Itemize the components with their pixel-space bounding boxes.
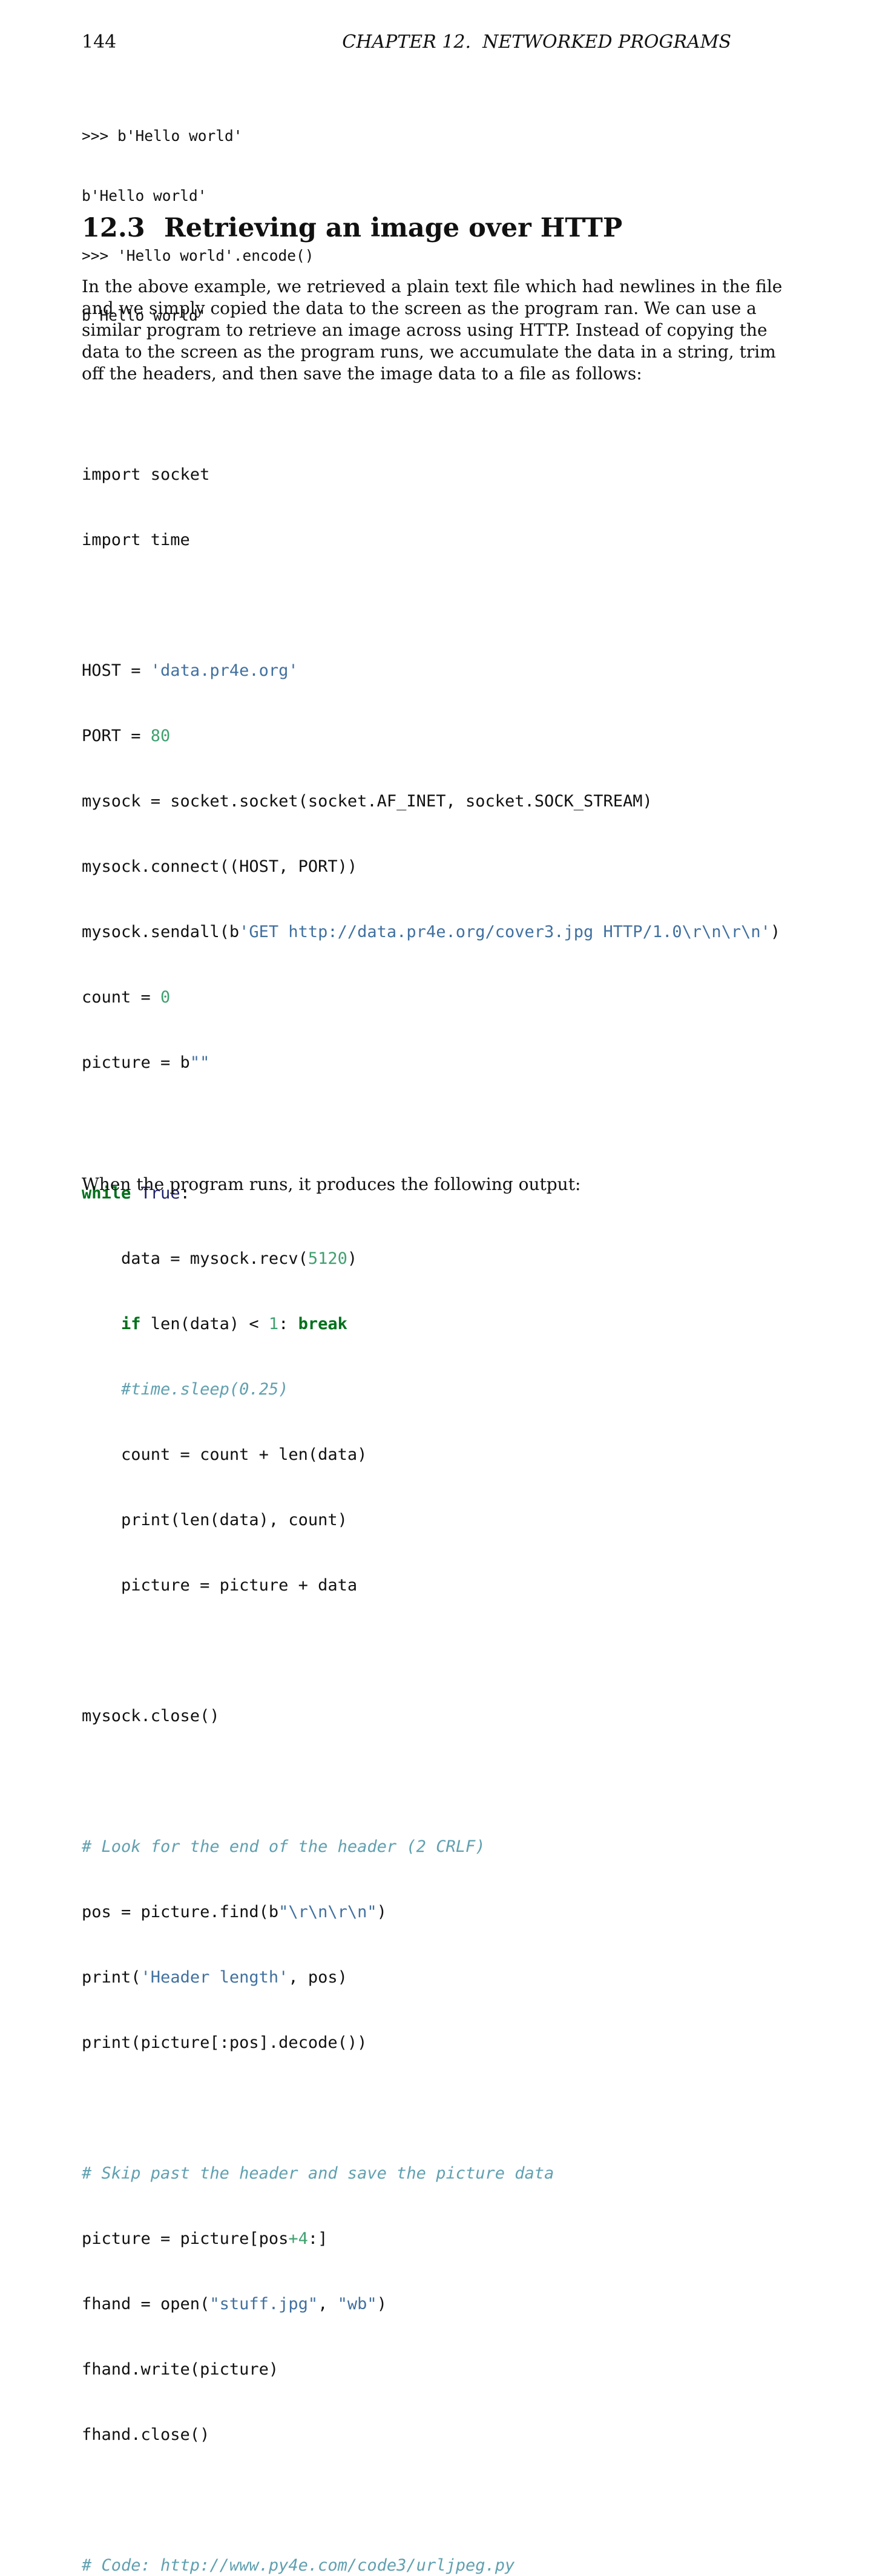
code-token: picture = picture[pos (82, 2229, 289, 2248)
code-line: picture = b"" (82, 1052, 780, 1074)
code-number: 0 (160, 988, 171, 1007)
code-line: picture = picture + data (82, 1576, 358, 1595)
code-line: count = 0 (82, 987, 780, 1008)
code-token: pos = picture.find(b (82, 1903, 279, 1921)
chapter-title: CHAPTER 12. NETWORKED PROGRAMS (342, 31, 731, 53)
code-line: mysock.close() (82, 1707, 220, 1725)
code-line: #time.sleep(0.25) (82, 1379, 780, 1401)
code-number: 80 (150, 727, 171, 745)
document-page: 144 CHAPTER 12. NETWORKED PROGRAMS >>> b… (0, 0, 891, 2575)
closing-paragraph: When the program runs, it produces the f… (82, 1174, 735, 1195)
code-comment: # Code: http://www.py4e.com/code3/urljpe… (82, 2556, 515, 2575)
page-number: 144 (82, 31, 117, 53)
code-line: print(picture[:pos].decode()) (82, 2033, 367, 2052)
code-string: 'data.pr4e.org' (150, 661, 298, 680)
code-line: mysock = socket.socket(socket.AF_INET, s… (82, 792, 653, 811)
code-token: ) (347, 1249, 358, 1268)
section-title: Retrieving an image over HTTP (164, 213, 623, 243)
running-head: 144 CHAPTER 12. NETWORKED PROGRAMS (82, 31, 731, 56)
code-token: ) (770, 923, 781, 941)
paragraph-line: In the above example, we retrieved a pla… (82, 276, 783, 296)
code-token: ) (376, 1903, 387, 1921)
code-token: , pos) (288, 1968, 347, 1987)
code-line: mysock.sendall(b'GET http://data.pr4e.or… (82, 921, 780, 943)
section-number: 12.3 (82, 213, 145, 243)
code-line: PORT = 80 (82, 725, 780, 747)
code-token: : (278, 1315, 298, 1333)
code-comment: #time.sleep(0.25) (121, 1380, 289, 1399)
code-number: 5120 (307, 1249, 347, 1268)
code-string: 'Header length' (140, 1968, 289, 1987)
section-heading: 12.3 Retrieving an image over HTTP (82, 213, 622, 243)
code-line: HOST = 'data.pr4e.org' (82, 660, 780, 682)
paragraph-line: When the program runs, it produces the f… (82, 1174, 581, 1194)
code-token: len(data) < (140, 1315, 269, 1333)
code-comment: # Skip past the header and save the pict… (82, 2164, 554, 2183)
code-number: 1 (268, 1315, 279, 1333)
code-line: import socket (82, 465, 210, 484)
code-token: count = (82, 988, 161, 1007)
code-comment: # Look for the end of the header (2 CRLF… (82, 1837, 485, 1856)
code-line: mysock.connect((HOST, PORT)) (82, 857, 358, 876)
code-line: fhand.write(picture) (82, 2360, 279, 2379)
code-line: print(len(data), count) (82, 1511, 347, 1529)
code-keyword: if (121, 1315, 141, 1333)
paragraph-line: data to the screen as the program runs, … (82, 342, 776, 362)
code-string: "\r\n\r\n" (278, 1903, 377, 1921)
code-token: data = mysock.recv( (82, 1249, 308, 1268)
paragraph-line: off the headers, and then save the image… (82, 364, 642, 384)
code-token: PORT = (82, 727, 151, 745)
code-line: fhand.close() (82, 2425, 210, 2444)
code-string: "" (189, 1053, 210, 1072)
code-line: picture = picture[pos+4:] (82, 2228, 780, 2250)
code-token: , (318, 2295, 338, 2313)
intro-paragraph: In the above example, we retrieved a pla… (82, 276, 783, 385)
paragraph-line: similar program to retrieve an image acr… (82, 320, 768, 340)
paragraph-line: and we simply copied the data to the scr… (82, 298, 757, 318)
code-token: HOST = (82, 661, 151, 680)
code-string: "wb" (337, 2295, 377, 2313)
code-line: if len(data) < 1: break (82, 1313, 780, 1335)
code-token: fhand = open( (82, 2295, 210, 2313)
code-number: +4 (288, 2229, 308, 2248)
code-line: pos = picture.find(b"\r\n\r\n") (82, 1901, 780, 1923)
code-token: ) (376, 2295, 387, 2313)
code-token: :] (307, 2229, 328, 2248)
code-line: import time (82, 531, 190, 549)
code-line: fhand = open("stuff.jpg", "wb") (82, 2293, 780, 2315)
code-listing: import socket import time HOST = 'data.p… (82, 420, 780, 2576)
code-token: print( (82, 1968, 141, 1987)
code-keyword: break (298, 1315, 347, 1333)
repl-line: b'Hello world' (82, 187, 207, 204)
code-string: "stuff.jpg" (209, 2295, 318, 2313)
code-line: data = mysock.recv(5120) (82, 1248, 780, 1270)
code-string: 'GET http://data.pr4e.org/cover3.jpg HTT… (239, 923, 771, 941)
repl-line: >>> 'Hello world'.encode() (82, 247, 314, 264)
code-token: mysock.sendall(b (82, 923, 240, 941)
code-line: count = count + len(data) (82, 1445, 367, 1464)
code-line: print('Header length', pos) (82, 1967, 780, 1989)
repl-line: >>> b'Hello world' (82, 127, 243, 145)
code-token: picture = b (82, 1053, 190, 1072)
